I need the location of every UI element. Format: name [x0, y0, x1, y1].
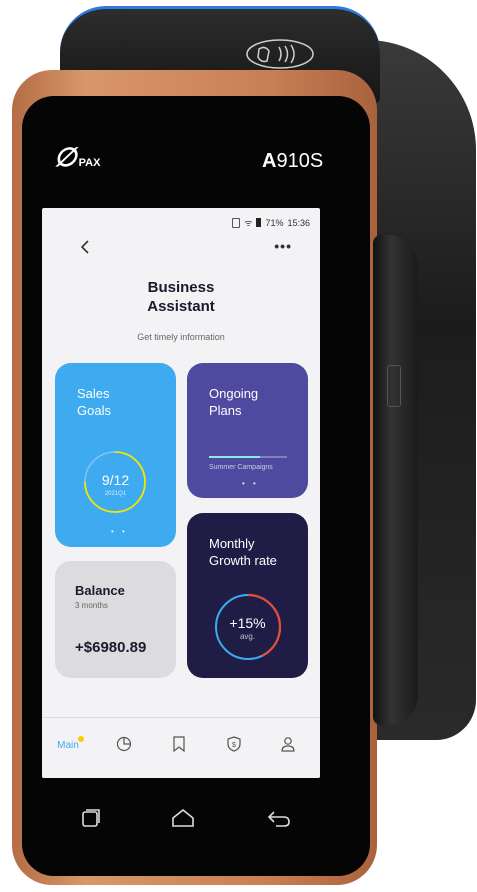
- balance-title: Balance: [75, 583, 125, 598]
- home-icon: [172, 808, 194, 827]
- monthly-growth-title: Monthly Growth rate: [209, 536, 277, 568]
- card-slot: [373, 235, 418, 725]
- vibrate-icon: [232, 217, 241, 228]
- pie-chart-icon: [116, 736, 132, 752]
- plans-pager-dots: • •: [242, 479, 259, 488]
- monthly-growth-card[interactable]: Monthly Growth rate +15% avg.: [187, 513, 308, 678]
- svg-text:$: $: [232, 742, 236, 749]
- sales-goals-title: Sales Goals: [77, 386, 111, 418]
- plans-campaign-label: Summer Campaigns: [209, 464, 273, 471]
- plans-progress-bar: [209, 456, 287, 458]
- battery-percent: 71%: [265, 217, 284, 228]
- sales-value: 9/12: [101, 472, 130, 488]
- balance-amount: +$6980.89: [75, 639, 147, 656]
- ongoing-plans-title: Ongoing Plans: [209, 386, 259, 418]
- ongoing-plans-card[interactable]: Ongoing Plans Summer Campaigns • •: [187, 363, 308, 498]
- nfc-contactless-icon: [246, 39, 314, 69]
- balance-subtitle: 3 months: [75, 601, 108, 610]
- bookmark-icon: [173, 736, 185, 753]
- clock: 15:36: [287, 217, 310, 228]
- nav-main[interactable]: Main: [48, 736, 88, 751]
- balance-card[interactable]: Balance 3 months +$6980.89: [55, 561, 176, 678]
- page-title: Business Assistant: [147, 279, 215, 315]
- back-arrow-icon: [267, 811, 290, 827]
- nav-bookmarks[interactable]: [159, 736, 199, 757]
- recent-apps-button[interactable]: [80, 808, 102, 833]
- sales-goals-card[interactable]: Sales Goals 9/12 2021Q1 • •: [55, 363, 176, 547]
- nav-finance[interactable]: $: [214, 736, 254, 757]
- user-icon: [281, 737, 295, 752]
- growth-value: +15%: [229, 615, 266, 631]
- screen: ᯤ 71% 15:36 ••• Business Assistant Get t…: [42, 208, 320, 778]
- wifi-icon: ᯤ: [244, 218, 253, 228]
- back-button[interactable]: [80, 238, 90, 259]
- more-button[interactable]: •••: [274, 238, 292, 254]
- nav-profile[interactable]: [268, 736, 308, 757]
- brand-logo: ∅ PAX: [54, 142, 101, 172]
- recent-apps-icon: [82, 809, 100, 827]
- sales-pager-dots: • •: [111, 527, 128, 536]
- bottom-nav: Main $: [42, 717, 320, 778]
- back-hw-button[interactable]: [266, 808, 292, 833]
- notification-dot: [78, 736, 84, 742]
- chevron-left-icon: [80, 240, 89, 254]
- sales-period: 2021Q1: [104, 491, 127, 497]
- shield-dollar-icon: $: [227, 736, 241, 752]
- battery-icon: [256, 218, 262, 227]
- status-bar: ᯤ 71% 15:36: [232, 216, 310, 229]
- more-horizontal-icon: •••: [274, 238, 292, 254]
- model-label: A910S: [262, 150, 324, 172]
- nav-stats[interactable]: [104, 736, 144, 757]
- home-button[interactable]: [170, 808, 196, 833]
- page-subtitle: Get timely information: [137, 332, 225, 342]
- growth-note: avg.: [239, 632, 256, 641]
